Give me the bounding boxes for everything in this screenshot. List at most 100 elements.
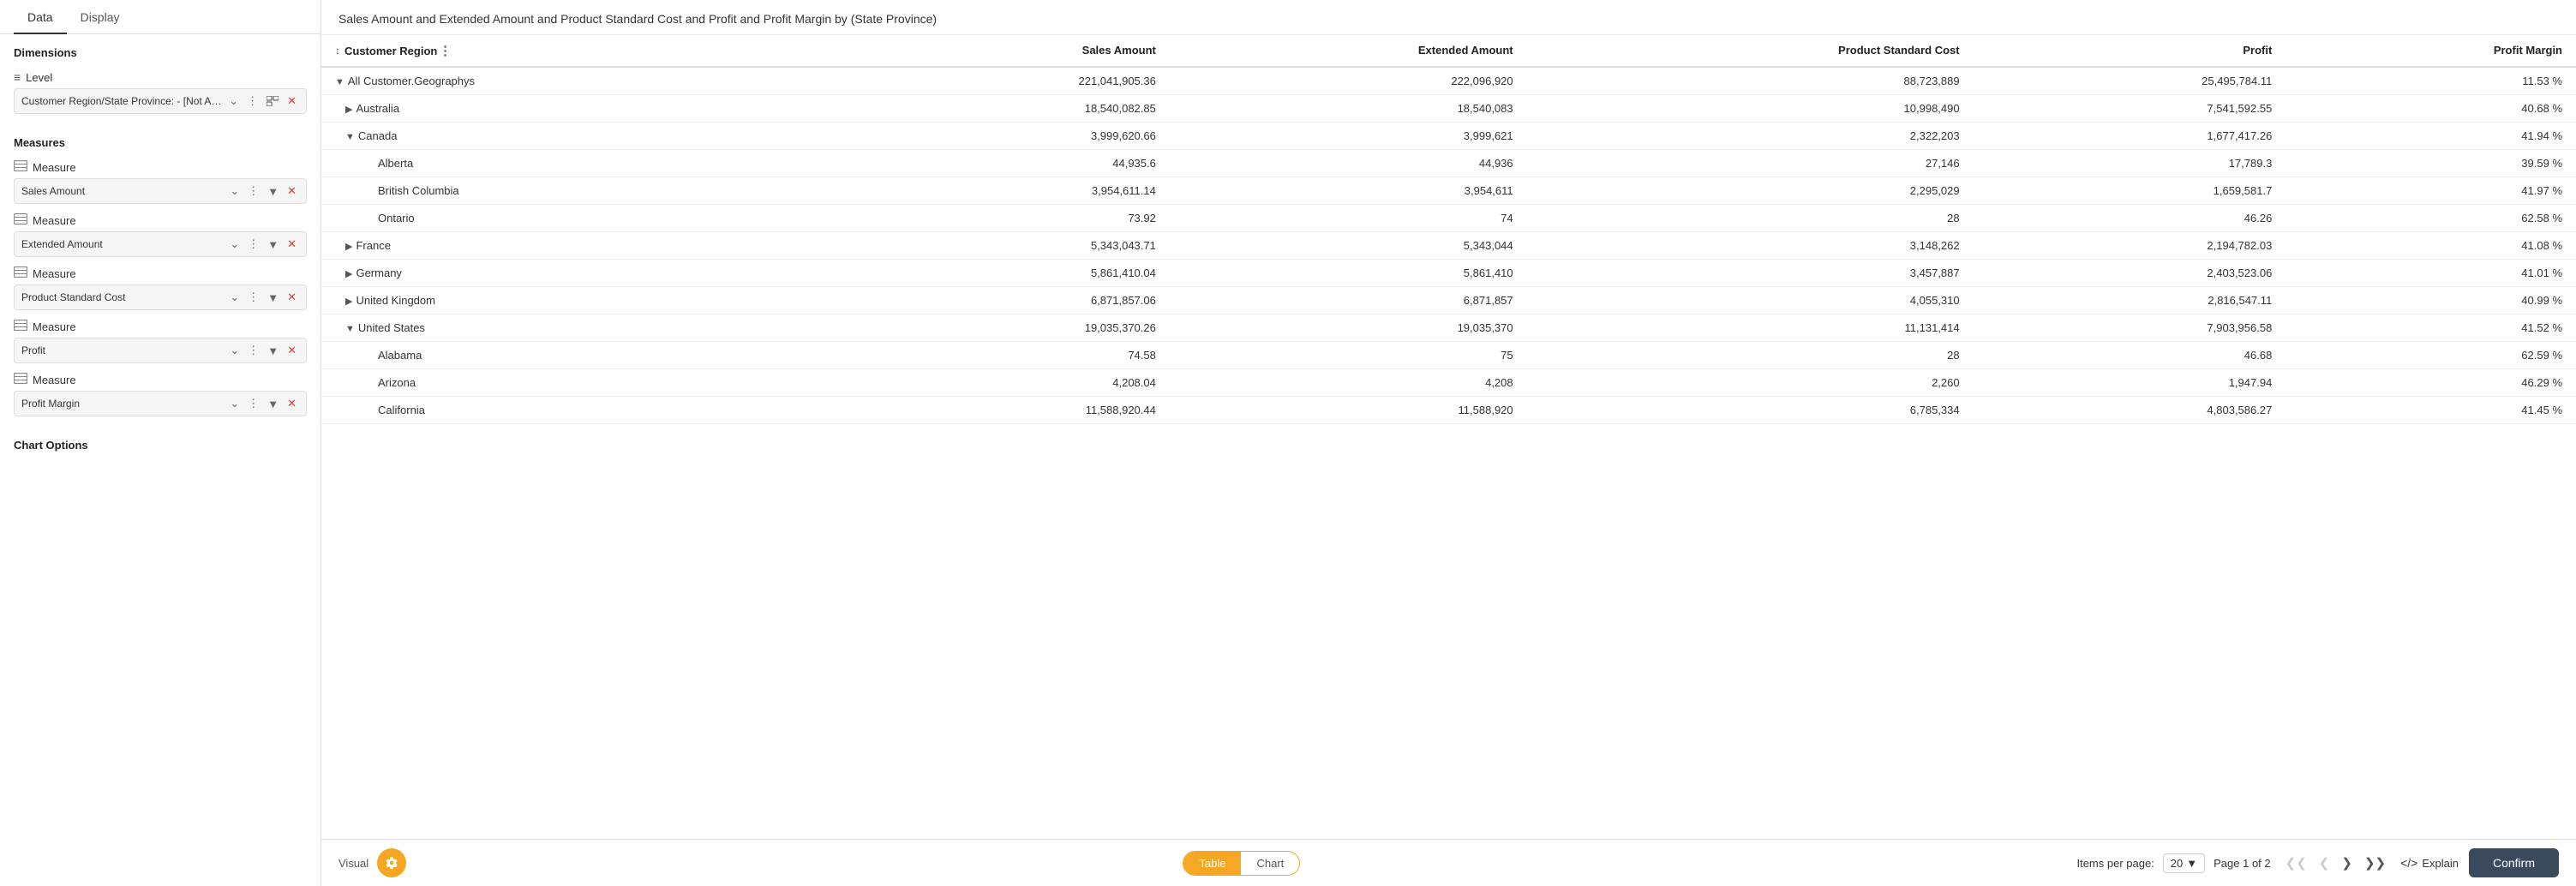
product_cost-cell: 27,146: [1527, 149, 1974, 177]
margin-cell: 40.99 %: [2285, 286, 2576, 314]
sales-cell: 221,041,905.36: [812, 67, 1170, 95]
items-per-page-select[interactable]: 20 ▼: [2163, 853, 2205, 873]
margin-cell: 41.45 %: [2285, 396, 2576, 423]
measure-row-2: Measure: [14, 262, 307, 284]
explain-btn[interactable]: </> Explain: [2400, 856, 2459, 870]
collapse-icon[interactable]: ▼: [345, 324, 355, 334]
col-header-product-cost: Product Standard Cost: [1527, 35, 1974, 67]
page-prev-prev-btn[interactable]: ❮❮: [2281, 853, 2311, 872]
page-next-btn[interactable]: ❯: [2337, 853, 2357, 872]
page-next-next-btn[interactable]: ❯❯: [2360, 853, 2390, 872]
sales-amount-field: Sales Amount ⌄ ⋮ ▼ ✕: [14, 178, 307, 204]
col-header-sales: Sales Amount: [812, 35, 1170, 67]
margin-cell: 40.68 %: [2285, 94, 2576, 122]
table-row: ▼United States19,035,370.2619,035,37011,…: [321, 314, 2576, 341]
collapse-icon[interactable]: ▼: [335, 77, 344, 87]
sales-more-btn[interactable]: ⋮: [245, 183, 261, 199]
product-cost-field: Product Standard Cost ⌄ ⋮ ▼ ✕: [14, 284, 307, 310]
sales-cell: 73.92: [812, 204, 1170, 231]
region-cell: British Columbia: [321, 177, 812, 204]
chart-options-title: Chart Options: [0, 427, 321, 452]
product-more-btn[interactable]: ⋮: [245, 290, 261, 305]
product-chevron-btn[interactable]: ⌄: [227, 290, 242, 305]
sales-amount-label: Sales Amount: [21, 185, 224, 197]
margin-cell: 41.08 %: [2285, 231, 2576, 259]
more-options-btn[interactable]: ⋮: [244, 93, 261, 109]
region-cell: ▶United Kingdom: [321, 286, 812, 314]
sort-icon-region[interactable]: ↕: [335, 45, 340, 57]
expand-icon[interactable]: ▶: [345, 269, 352, 279]
sales-cell: 5,861,410.04: [812, 259, 1170, 286]
region-name: All Customer.Geographys: [348, 75, 475, 87]
product_cost-cell: 2,260: [1527, 368, 1974, 396]
extended-cell: 75: [1170, 341, 1527, 368]
sales-cell: 44,935.6: [812, 149, 1170, 177]
extended-move-btn[interactable]: ▼: [265, 237, 281, 252]
level-icon: ≡: [14, 70, 21, 84]
measure-label-0: Measure: [33, 161, 76, 174]
margin-chevron-btn[interactable]: ⌄: [227, 396, 242, 411]
profit-cell: 2,816,547.11: [1974, 286, 2286, 314]
table-btn[interactable]: Table: [1183, 852, 1241, 875]
confirm-btn[interactable]: Confirm: [2469, 848, 2559, 877]
remove-field-btn[interactable]: ✕: [285, 93, 299, 109]
more-options-region-icon[interactable]: [444, 45, 446, 57]
region-name: Australia: [356, 102, 399, 115]
measure-icon-3: [14, 320, 27, 333]
extended-cell: 5,861,410: [1170, 259, 1527, 286]
data-table-container[interactable]: ↕ Customer Region Sales Amount Extended …: [321, 35, 2576, 839]
profit-cell: 1,677,417.26: [1974, 122, 2286, 149]
sales-chevron-btn[interactable]: ⌄: [227, 183, 242, 199]
margin-more-btn[interactable]: ⋮: [245, 396, 261, 411]
sales-move-btn[interactable]: ▼: [265, 184, 281, 199]
profit-remove-btn[interactable]: ✕: [285, 343, 299, 358]
measure-icon-0: [14, 160, 27, 174]
region-cell: Ontario: [321, 204, 812, 231]
region-name: Alberta: [378, 157, 413, 170]
expand-icon[interactable]: ▶: [345, 105, 352, 115]
gear-settings-btn[interactable]: [377, 848, 406, 877]
margin-remove-btn[interactable]: ✕: [285, 396, 299, 411]
extended-remove-btn[interactable]: ✕: [285, 236, 299, 252]
expand-view-btn[interactable]: [264, 95, 281, 107]
tab-data[interactable]: Data: [14, 0, 67, 34]
sales-cell: 4,208.04: [812, 368, 1170, 396]
region-cell: Alberta: [321, 149, 812, 177]
extended-chevron-btn[interactable]: ⌄: [227, 236, 242, 252]
sales-cell: 3,999,620.66: [812, 122, 1170, 149]
extended-more-btn[interactable]: ⋮: [245, 236, 261, 252]
sales-remove-btn[interactable]: ✕: [285, 183, 299, 199]
region-name: Germany: [356, 266, 401, 279]
profit-more-btn[interactable]: ⋮: [245, 343, 261, 358]
product-remove-btn[interactable]: ✕: [285, 290, 299, 305]
level-row: ≡ Level: [14, 66, 307, 88]
col-header-profit: Profit: [1974, 35, 2286, 67]
expand-icon[interactable]: ▶: [345, 242, 352, 252]
measure-row-0: Measure: [14, 156, 307, 178]
col-header-extended: Extended Amount: [1170, 35, 1527, 67]
col-header-region[interactable]: ↕ Customer Region: [321, 35, 812, 67]
collapse-icon[interactable]: ▼: [345, 132, 355, 142]
table-row: ▶Australia18,540,082.8518,540,08310,998,…: [321, 94, 2576, 122]
footer-left: Visual: [338, 848, 406, 877]
profit-move-btn[interactable]: ▼: [265, 344, 281, 358]
table-row: California11,588,920.4411,588,9206,785,3…: [321, 396, 2576, 423]
profit-cell: 2,403,523.06: [1974, 259, 2286, 286]
product-move-btn[interactable]: ▼: [265, 290, 281, 305]
extended-cell: 5,343,044: [1170, 231, 1527, 259]
margin-move-btn[interactable]: ▼: [265, 397, 281, 411]
tab-display[interactable]: Display: [67, 0, 134, 34]
measures-section: Measures Measure Sales Amount ⌄ ⋮ ▼ ✕ Me…: [0, 124, 321, 427]
profit-cell: 7,903,956.58: [1974, 314, 2286, 341]
expand-icon[interactable]: ▶: [345, 296, 352, 307]
extended-cell: 11,588,920: [1170, 396, 1527, 423]
data-table: ↕ Customer Region Sales Amount Extended …: [321, 35, 2576, 424]
profit-chevron-btn[interactable]: ⌄: [227, 343, 242, 358]
extended-cell: 3,954,611: [1170, 177, 1527, 204]
chart-btn[interactable]: Chart: [1241, 852, 1299, 875]
chevron-down-btn[interactable]: ⌄: [226, 93, 241, 109]
page-prev-btn[interactable]: ❮: [2315, 853, 2334, 872]
items-per-page-value: 20: [2171, 857, 2183, 870]
profit-cell: 46.26: [1974, 204, 2286, 231]
measure-row-3: Measure: [14, 315, 307, 338]
